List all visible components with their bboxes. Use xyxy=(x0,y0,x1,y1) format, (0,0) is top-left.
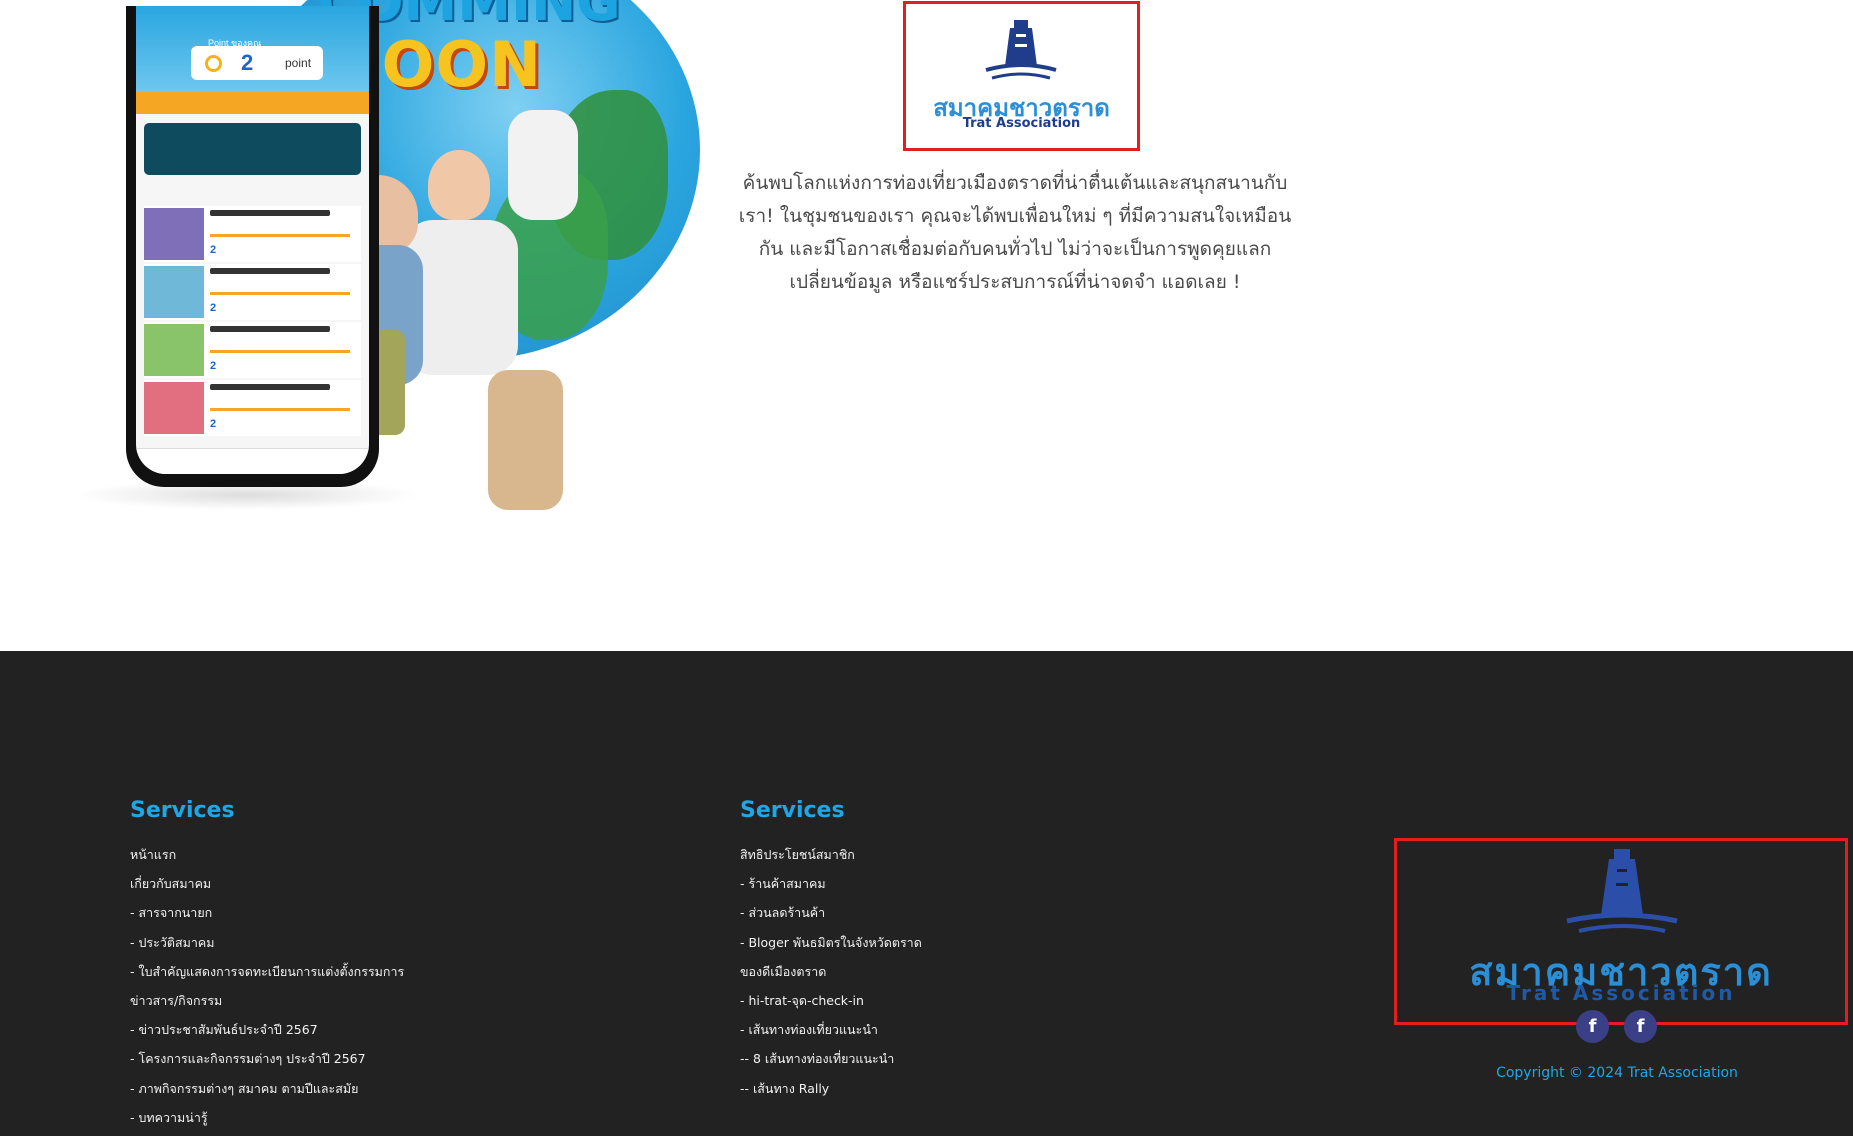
progress-bar xyxy=(210,350,350,353)
footer-association-logo: สมาคมชาวตราด Trat Association xyxy=(1394,838,1848,1025)
lighthouse-icon xyxy=(985,20,1057,80)
lighthouse-icon xyxy=(1566,849,1678,933)
route-points: 2 xyxy=(210,418,217,430)
person-illustration xyxy=(508,110,578,220)
footer-link[interactable]: - ประวัติสมาคม xyxy=(130,928,404,957)
promo-section: COMMING SOON Point ของคุณ 2 point 2 2 2 … xyxy=(0,0,1853,651)
progress-bar xyxy=(210,234,350,237)
progress-bar xyxy=(210,292,350,295)
route-points: 2 xyxy=(210,244,217,256)
footer-link[interactable]: - เส้นทางท่องเที่ยวแนะนำ xyxy=(740,1015,922,1044)
map-thumbnail xyxy=(144,324,204,376)
facebook-icon[interactable]: f xyxy=(1576,1010,1609,1043)
footer-col1-links: หน้าแรก เกี่ยวกับสมาคม - สารจากนายก - ปร… xyxy=(130,840,404,1132)
route-card: 2 xyxy=(144,380,361,436)
coin-icon xyxy=(205,55,222,72)
app-banner xyxy=(144,123,361,175)
footer-link[interactable]: - ส่วนลดร้านค้า xyxy=(740,898,922,927)
copyright-text: Copyright © 2024 Trat Association xyxy=(1496,1065,1738,1081)
footer-logo-english-text: Trat Association xyxy=(1506,981,1736,1005)
app-header: Point ของคุณ 2 point xyxy=(136,6,369,92)
app-tab-bar xyxy=(136,92,369,114)
footer-link[interactable]: ของดีเมืองตราด xyxy=(740,957,922,986)
person-illustration xyxy=(428,150,490,220)
route-card: 2 xyxy=(144,206,361,262)
route-title xyxy=(210,384,330,390)
association-logo: สมาคมชาวตราด Trat Association xyxy=(903,1,1140,151)
footer-col2-title: Services xyxy=(740,798,845,823)
footer-link[interactable]: สิทธิประโยชน์สมาชิก xyxy=(740,840,922,869)
footer-link[interactable]: - โครงการและกิจกรรมต่างๆ ประจำปี 2567 xyxy=(130,1044,404,1073)
points-value: 2 xyxy=(241,50,254,75)
person-illustration xyxy=(488,370,563,510)
progress-bar xyxy=(210,408,350,411)
route-points: 2 xyxy=(210,360,217,372)
footer-link[interactable]: - บทความน่ารู้ xyxy=(130,1103,404,1132)
route-title xyxy=(210,326,330,332)
phone-mockup: Point ของคุณ 2 point 2 2 2 2 xyxy=(126,6,379,487)
facebook-icon[interactable]: f xyxy=(1624,1010,1657,1043)
map-thumbnail xyxy=(144,208,204,260)
footer-link[interactable]: -- เส้นทาง Rally xyxy=(740,1074,922,1103)
phone-screen: Point ของคุณ 2 point 2 2 2 2 xyxy=(136,6,369,474)
footer-link[interactable]: - Bloger พันธมิตรในจังหวัดตราด xyxy=(740,928,922,957)
footer-link[interactable]: - ข่าวประชาสัมพันธ์ประจำปี 2567 xyxy=(130,1015,404,1044)
route-title xyxy=(210,210,330,216)
footer-link[interactable]: -- 8 เส้นทางท่องเที่ยวแนะนำ xyxy=(740,1044,922,1073)
app-bottom-nav xyxy=(136,448,369,474)
footer-link[interactable]: - สารจากนายก xyxy=(130,898,404,927)
footer-link[interactable]: ข่าวสาร/กิจกรรม xyxy=(130,986,404,1015)
footer-link[interactable]: - hi-trat-จุด-check-in xyxy=(740,986,922,1015)
footer-link[interactable]: เกี่ยวกับสมาคม xyxy=(130,869,404,898)
route-title xyxy=(210,268,330,274)
footer-col1-title: Services xyxy=(130,798,235,823)
intro-paragraph: ค้นพบโลกแห่งการท่องเที่ยวเมืองตราดที่น่า… xyxy=(738,172,1292,293)
logo-english-text: Trat Association xyxy=(962,116,1081,131)
points-unit: point xyxy=(285,56,312,70)
points-box: 2 point xyxy=(191,46,323,80)
footer-col2-links: สิทธิประโยชน์สมาชิก - ร้านค้าสมาคม - ส่ว… xyxy=(740,840,922,1103)
route-card: 2 xyxy=(144,322,361,378)
route-points: 2 xyxy=(210,302,217,314)
map-thumbnail xyxy=(144,382,204,434)
footer-link[interactable]: - ใบสำคัญแสดงการจดทะเบียนการแต่งตั้งกรรม… xyxy=(130,957,404,986)
footer-link[interactable]: หน้าแรก xyxy=(130,840,404,869)
coming-soon-promo-image: COMMING SOON Point ของคุณ 2 point 2 2 2 … xyxy=(68,0,700,530)
footer-link[interactable]: - ภาพกิจกรรมต่างๆ สมาคม ตามปีและสมัย xyxy=(130,1074,404,1103)
footer-link[interactable]: - ร้านค้าสมาคม xyxy=(740,869,922,898)
map-thumbnail xyxy=(144,266,204,318)
route-card: 2 xyxy=(144,264,361,320)
